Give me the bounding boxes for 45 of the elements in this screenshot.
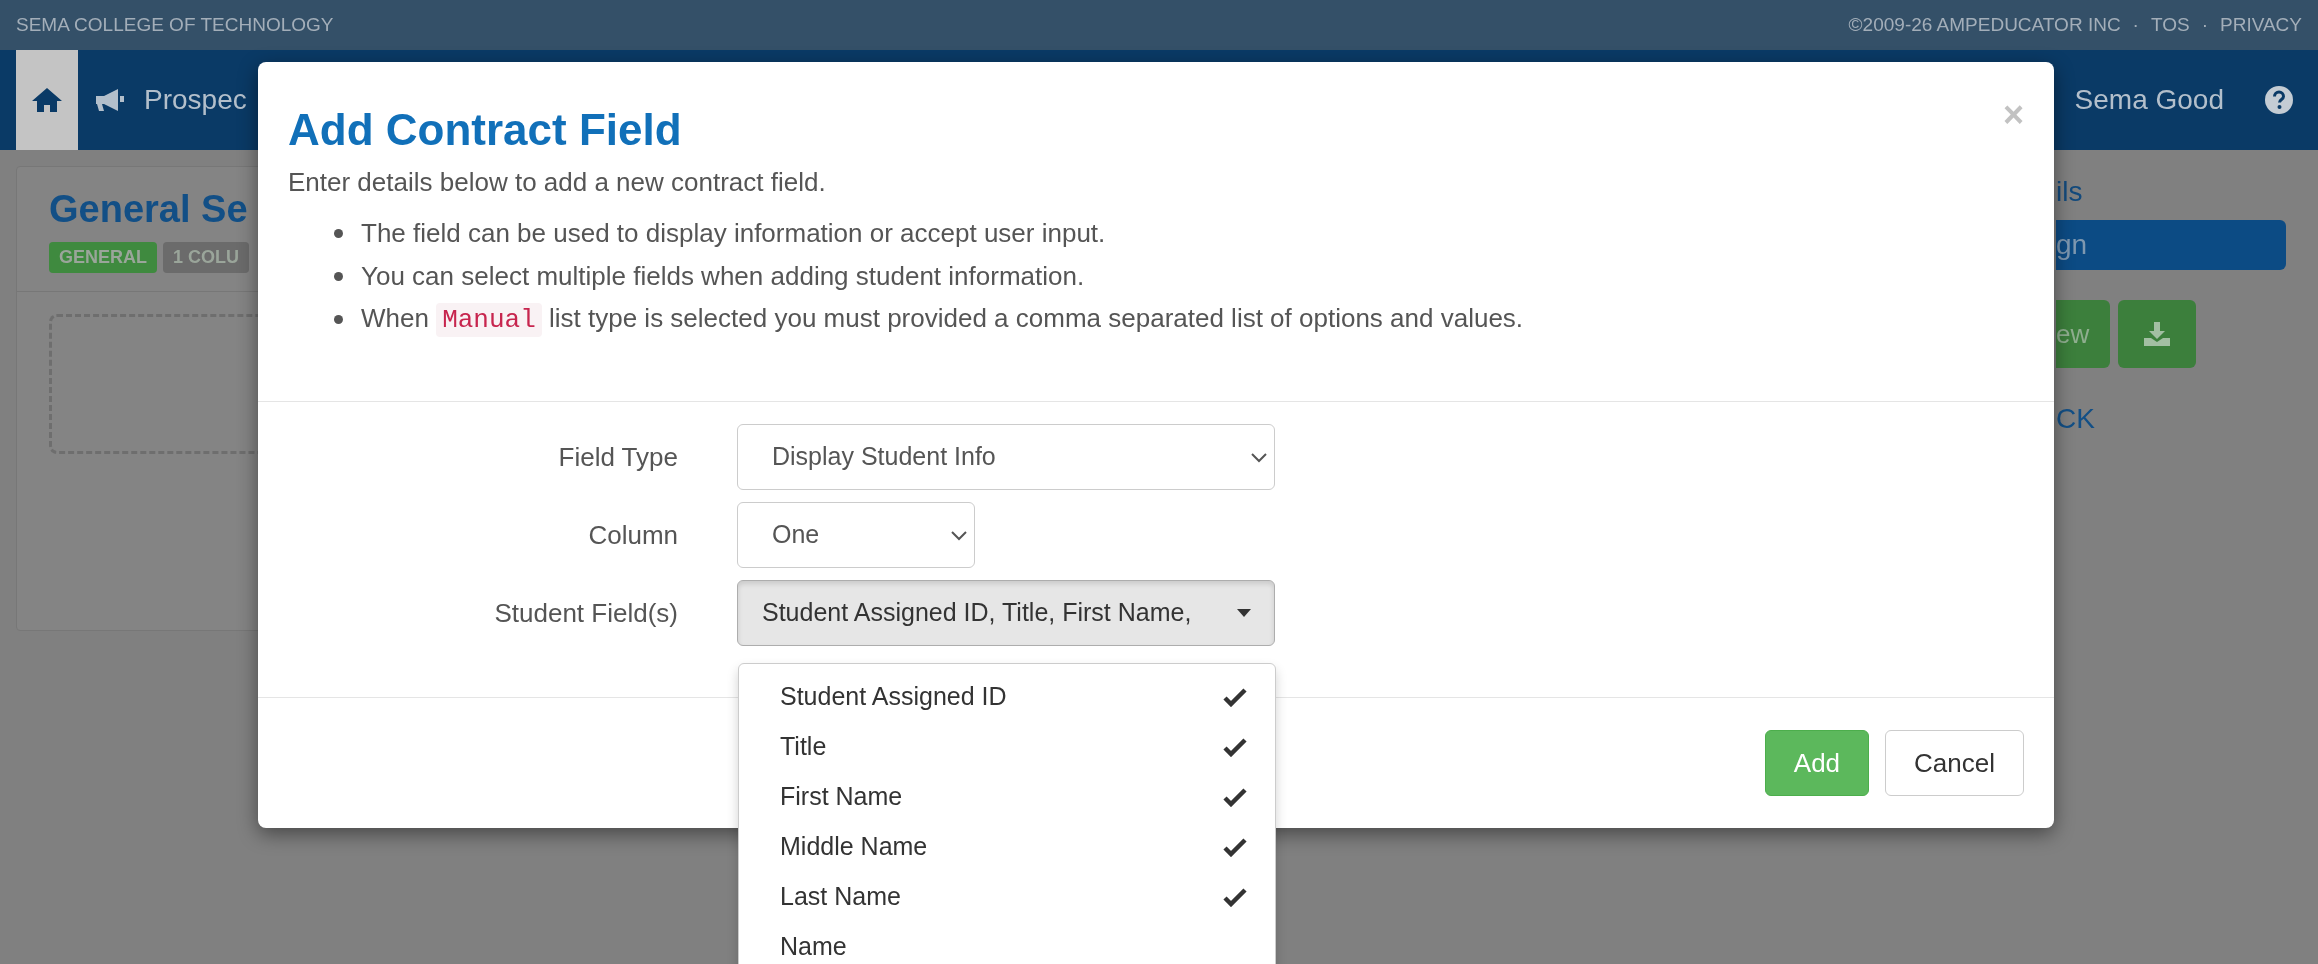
nav-link[interactable]: Prospec (144, 79, 247, 121)
dropdown-option[interactable]: Middle Name (739, 822, 1275, 872)
modal-title: Add Contract Field (288, 104, 682, 156)
dropdown-option[interactable]: Last Name (739, 872, 1275, 922)
bullet-icon (334, 315, 343, 324)
modal-description: Enter details below to add a new contract field. (288, 166, 827, 199)
institution-name: SEMA COLLEGE OF TECHNOLOGY (16, 12, 334, 37)
user-name[interactable]: Sema Good (2074, 79, 2224, 121)
cancel-button[interactable]: Cancel (1885, 730, 2024, 796)
bullet-text: When Manual list type is selected you must provided a comma separated list of options and values. (361, 302, 1524, 339)
bullet-text: You can select multiple fields when adding student information. (361, 260, 1085, 293)
tag: GENERAL (49, 242, 157, 273)
page-title: General Se (49, 187, 248, 232)
field-label: Student Field(s) (493, 596, 678, 630)
check-icon (1223, 887, 1247, 907)
dropdown-option[interactable]: Student Assigned ID (739, 672, 1275, 722)
tag: 1 COLU (163, 242, 250, 273)
dropdown-option[interactable]: Title (739, 722, 1275, 772)
check-icon (1223, 737, 1247, 757)
field-label: Column (587, 518, 678, 552)
chevron-down-icon (950, 529, 968, 541)
check-icon (1223, 787, 1247, 807)
help-icon[interactable] (2264, 85, 2294, 115)
separator: · (2132, 12, 2139, 37)
footer-link[interactable]: ©2009-26 AMPEDUCATOR INC (1848, 10, 2121, 40)
caret-icon (1236, 608, 1252, 618)
footer-link[interactable]: TOS (2150, 10, 2190, 40)
separator: · (2201, 12, 2208, 37)
bullet-icon (334, 272, 343, 281)
select-field[interactable]: One (737, 502, 975, 568)
bullet-icon (334, 229, 343, 238)
section-heading: ils (2056, 178, 2084, 206)
bullet-text: The field can be used to display information or accept user input. (361, 217, 1106, 250)
select-field[interactable]: Display Student Info (737, 424, 1275, 490)
home-tab[interactable] (16, 50, 78, 150)
chevron-down-icon (1250, 451, 1268, 463)
home-icon (31, 86, 63, 114)
dropdown-option[interactable]: Name (739, 922, 1275, 964)
check-icon (1223, 837, 1247, 857)
check-icon (1223, 687, 1247, 707)
dropdown-option[interactable]: First Name (739, 772, 1275, 822)
footer-link[interactable]: PRIVACY (2220, 10, 2302, 40)
multiselect-button[interactable]: Student Assigned ID, Title, First Name, (737, 580, 1275, 646)
field-label: Field Type (557, 440, 678, 474)
download-icon (2143, 321, 2171, 347)
